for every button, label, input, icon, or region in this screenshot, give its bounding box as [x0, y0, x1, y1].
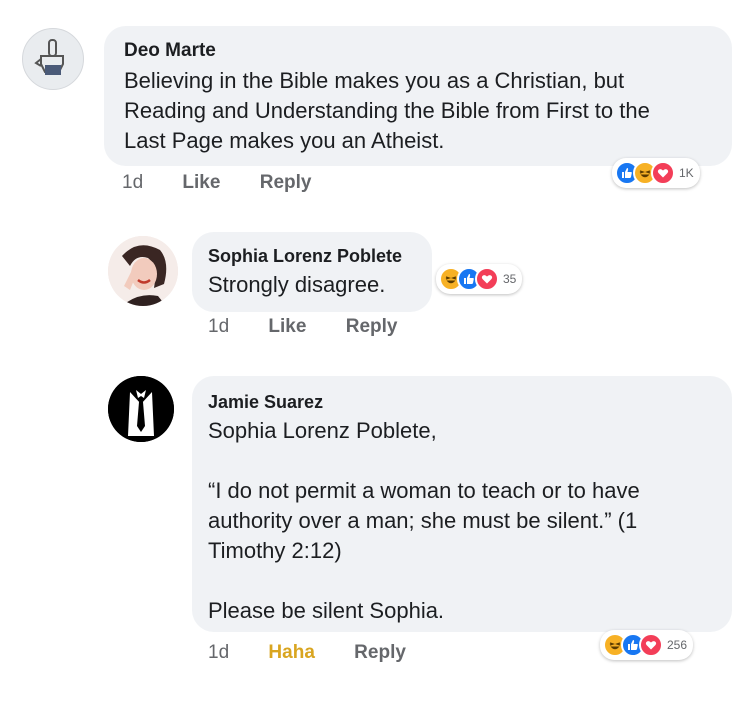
profile-photo-icon	[108, 236, 178, 306]
timestamp[interactable]: 1d	[122, 172, 143, 193]
like-button[interactable]: Like	[268, 316, 306, 337]
love-icon	[651, 161, 675, 185]
timestamp[interactable]: 1d	[208, 316, 229, 337]
comment-bubble: Jamie Suarez Sophia Lorenz Poblete, “I d…	[192, 376, 732, 632]
reaction-summary[interactable]: 35	[436, 264, 523, 294]
comment-actions: 1d Like Reply	[122, 172, 345, 194]
comment-author[interactable]: Jamie Suarez	[208, 392, 323, 413]
comment-author[interactable]: Deo Marte	[124, 40, 216, 62]
raised-hand-logo-icon	[34, 39, 64, 75]
avatar[interactable]	[22, 28, 84, 90]
reaction-count: 256	[667, 638, 688, 652]
reaction-count: 35	[503, 272, 517, 286]
avatar[interactable]	[108, 376, 174, 442]
reply-button[interactable]: Reply	[346, 316, 398, 337]
reaction-count: 1K	[679, 166, 694, 180]
comment-actions: 1d Haha Reply	[208, 642, 440, 664]
comment-text: Believing in the Bible makes you as a Ch…	[124, 68, 650, 153]
comment-bubble: Deo Marte Believing in the Bible makes y…	[104, 26, 732, 166]
comment-text: Sophia Lorenz Poblete, “I do not permit …	[208, 418, 640, 623]
comment-bubble: Sophia Lorenz Poblete Strongly disagree.	[192, 232, 432, 312]
timestamp[interactable]: 1d	[208, 642, 229, 663]
reaction-summary[interactable]: 1K	[612, 158, 700, 188]
avatar[interactable]	[108, 236, 178, 306]
comment-text: Strongly disagree.	[208, 272, 386, 297]
comment-actions: 1d Like Reply	[208, 316, 431, 338]
comment-author[interactable]: Sophia Lorenz Poblete	[208, 246, 402, 267]
reply-button[interactable]: Reply	[354, 642, 406, 663]
love-icon	[475, 267, 499, 291]
reaction-summary[interactable]: 256	[600, 630, 694, 660]
suit-and-tie-icon	[108, 376, 174, 442]
love-icon	[639, 633, 663, 657]
haha-reaction-button[interactable]: Haha	[268, 642, 314, 663]
like-button[interactable]: Like	[182, 172, 220, 193]
reply-button[interactable]: Reply	[260, 172, 312, 193]
